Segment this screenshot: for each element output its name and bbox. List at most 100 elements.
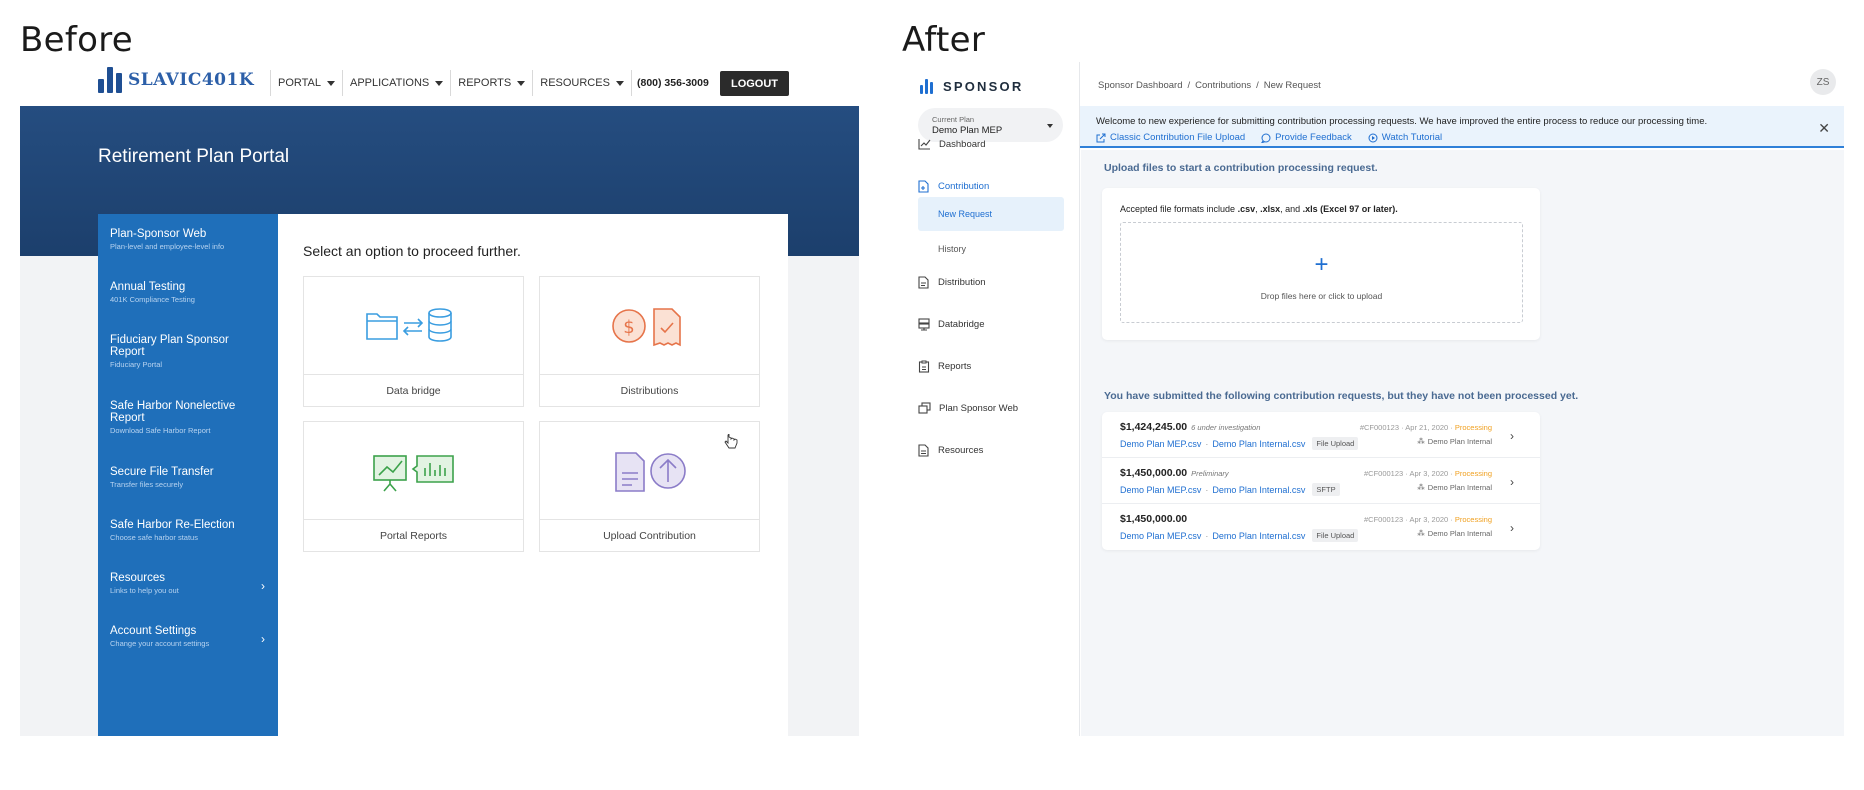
sidebar-item-resources[interactable]: Resources <box>918 440 1064 460</box>
file-dropzone[interactable]: + Drop files here or click to upload <box>1120 222 1523 323</box>
watch-tutorial-link[interactable]: Watch Tutorial <box>1368 132 1442 143</box>
caret-down-icon <box>327 80 335 86</box>
status-badge: Processing <box>1454 469 1492 478</box>
list-item[interactable]: $1,450,000.00 Preliminary Demo Plan MEP.c… <box>1102 458 1540 504</box>
status-badge: Processing <box>1454 515 1492 524</box>
sidebar-item-plan-sponsor-web[interactable]: Plan-Sponsor Web Plan-level and employee… <box>98 228 278 251</box>
caret-down-icon <box>615 80 624 86</box>
sidebar-item-history[interactable]: History <box>918 232 1064 266</box>
chat-bubble-icon <box>1261 133 1271 143</box>
logo-bars-icon <box>920 79 933 94</box>
chevron-right-icon[interactable]: › <box>1510 429 1514 443</box>
hero-title: Retirement Plan Portal <box>98 146 290 167</box>
file-link[interactable]: Demo Plan MEP.csv <box>1120 485 1201 495</box>
sidebar-item-reports[interactable]: Reports <box>918 356 1064 376</box>
after-screen: SPONSOR Current Plan Demo Plan MEP Dashb… <box>902 62 1844 736</box>
before-topbar: SLAVIC401K PORTAL APPLICATIONS REPORTS R… <box>20 62 859 106</box>
document-money-icon <box>918 275 929 289</box>
document-icon <box>918 443 929 457</box>
sidebar-item-plan-sponsor-web[interactable]: Plan Sponsor Web <box>918 398 1064 418</box>
sitemap-icon: ⁂ <box>1417 483 1425 492</box>
card-portal-reports[interactable]: Portal Reports <box>303 421 524 552</box>
clipboard-icon <box>918 360 930 373</box>
sidebar-item-new-request[interactable]: New Request <box>918 197 1064 231</box>
caret-down-icon <box>1047 124 1053 128</box>
chevron-right-icon[interactable]: › <box>1510 521 1514 535</box>
chevron-right-icon[interactable]: › <box>1510 475 1514 489</box>
card-distributions[interactable]: $ Distributions <box>539 276 760 407</box>
upload-card: Accepted file formats include .csv, .xls… <box>1102 188 1540 340</box>
file-link[interactable]: Demo Plan MEP.csv <box>1120 531 1201 541</box>
server-icon <box>918 317 930 331</box>
status-badge: Processing <box>1454 423 1492 432</box>
sidebar-item-contribution[interactable]: Contribution <box>918 176 1064 196</box>
file-link[interactable]: Demo Plan Internal.csv <box>1212 531 1305 541</box>
sitemap-icon: ⁂ <box>1417 529 1425 538</box>
source-tag: SFTP <box>1312 483 1340 496</box>
avatar[interactable]: ZS <box>1810 69 1836 95</box>
chevron-right-icon: › <box>261 579 265 593</box>
provide-feedback-link[interactable]: Provide Feedback <box>1261 132 1352 143</box>
caret-down-icon <box>517 80 526 86</box>
accepted-formats: Accepted file formats include .csv, .xls… <box>1120 204 1398 214</box>
list-item[interactable]: $1,424,245.00 6 under investigation Demo … <box>1102 412 1540 458</box>
windows-icon <box>918 402 931 414</box>
slavic-logo[interactable]: SLAVIC401K <box>98 67 254 93</box>
breadcrumb-contributions[interactable]: Contributions <box>1195 80 1251 91</box>
requests-list: $1,424,245.00 6 under investigation Demo … <box>1102 412 1540 550</box>
sidebar-item-safe-harbor-report[interactable]: Safe Harbor Nonelective Report Download … <box>98 400 278 435</box>
sitemap-icon: ⁂ <box>1417 437 1425 446</box>
sidebar-item-annual-testing[interactable]: Annual Testing 401K Compliance Testing <box>98 281 278 304</box>
main-content: Upload files to start a contribution pro… <box>1081 150 1844 736</box>
card-data-bridge[interactable]: Data bridge <box>303 276 524 407</box>
sponsor-logo[interactable]: SPONSOR <box>920 79 1023 94</box>
classic-upload-link[interactable]: Classic Contribution File Upload <box>1096 132 1245 143</box>
distributions-icon: $ <box>540 277 759 374</box>
panel-title: Select an option to proceed further. <box>303 243 521 259</box>
nav-reports[interactable]: REPORTS <box>450 70 532 96</box>
logout-button[interactable]: LOGOUT <box>720 71 789 96</box>
breadcrumb-sponsor-dashboard[interactable]: Sponsor Dashboard <box>1098 80 1183 91</box>
before-label: Before <box>20 20 133 60</box>
breadcrumb-new-request: New Request <box>1263 80 1321 91</box>
breadcrumb: Sponsor Dashboard / Contributions / New … <box>1098 80 1321 91</box>
file-link[interactable]: Demo Plan Internal.csv <box>1212 439 1305 449</box>
plus-icon: + <box>1314 251 1329 278</box>
welcome-banner: Welcome to new experience for submitting… <box>1080 106 1844 148</box>
hand-cursor-icon <box>724 432 738 455</box>
close-icon[interactable]: ✕ <box>1818 120 1830 137</box>
nav-applications[interactable]: APPLICATIONS <box>342 70 450 96</box>
chart-line-icon <box>918 139 931 150</box>
top-nav: PORTAL APPLICATIONS REPORTS RESOURCES <box>270 70 632 96</box>
sidebar-item-databridge[interactable]: Databridge <box>918 314 1064 334</box>
caret-down-icon <box>435 80 444 86</box>
data-bridge-icon <box>304 277 523 374</box>
list-item[interactable]: $1,450,000.00 Demo Plan MEP.csv · Demo Pl… <box>1102 504 1540 550</box>
before-screen: SLAVIC401K PORTAL APPLICATIONS REPORTS R… <box>20 62 859 736</box>
requests-heading: You have submitted the following contrib… <box>1104 390 1579 402</box>
sidebar-item-distribution[interactable]: Distribution <box>918 272 1064 292</box>
before-sidebar: Plan-Sponsor Web Plan-level and employee… <box>98 214 278 736</box>
file-link[interactable]: Demo Plan Internal.csv <box>1212 485 1305 495</box>
nav-resources[interactable]: RESOURCES <box>532 70 632 96</box>
external-link-icon <box>1096 133 1106 142</box>
nav-portal[interactable]: PORTAL <box>270 70 342 96</box>
sidebar-item-account-settings[interactable]: Account Settings Change your account set… <box>98 625 278 648</box>
svg-text:$: $ <box>623 317 634 338</box>
file-link[interactable]: Demo Plan MEP.csv <box>1120 439 1201 449</box>
source-tag: File Upload <box>1312 529 1359 542</box>
sidebar-item-dashboard[interactable]: Dashboard <box>918 134 1064 154</box>
sidebar-item-secure-file-transfer[interactable]: Secure File Transfer Transfer files secu… <box>98 466 278 489</box>
logo-text: SLAVIC401K <box>128 70 255 90</box>
sidebar-item-fiduciary-report[interactable]: Fiduciary Plan Sponsor Report Fiduciary … <box>98 334 278 369</box>
options-panel: Select an option to proceed further. Dat… <box>278 214 788 736</box>
after-label: After <box>902 20 986 60</box>
sidebar-item-safe-harbor-reelection[interactable]: Safe Harbor Re-Election Choose safe harb… <box>98 519 278 542</box>
chevron-right-icon: › <box>261 632 265 646</box>
after-sidebar: SPONSOR Current Plan Demo Plan MEP Dashb… <box>902 62 1080 736</box>
play-circle-icon <box>1368 133 1378 142</box>
upload-heading: Upload files to start a contribution pro… <box>1104 162 1378 174</box>
portal-reports-icon <box>304 422 523 519</box>
source-tag: File Upload <box>1312 437 1359 450</box>
sidebar-item-resources[interactable]: Resources Links to help you out › <box>98 572 278 595</box>
